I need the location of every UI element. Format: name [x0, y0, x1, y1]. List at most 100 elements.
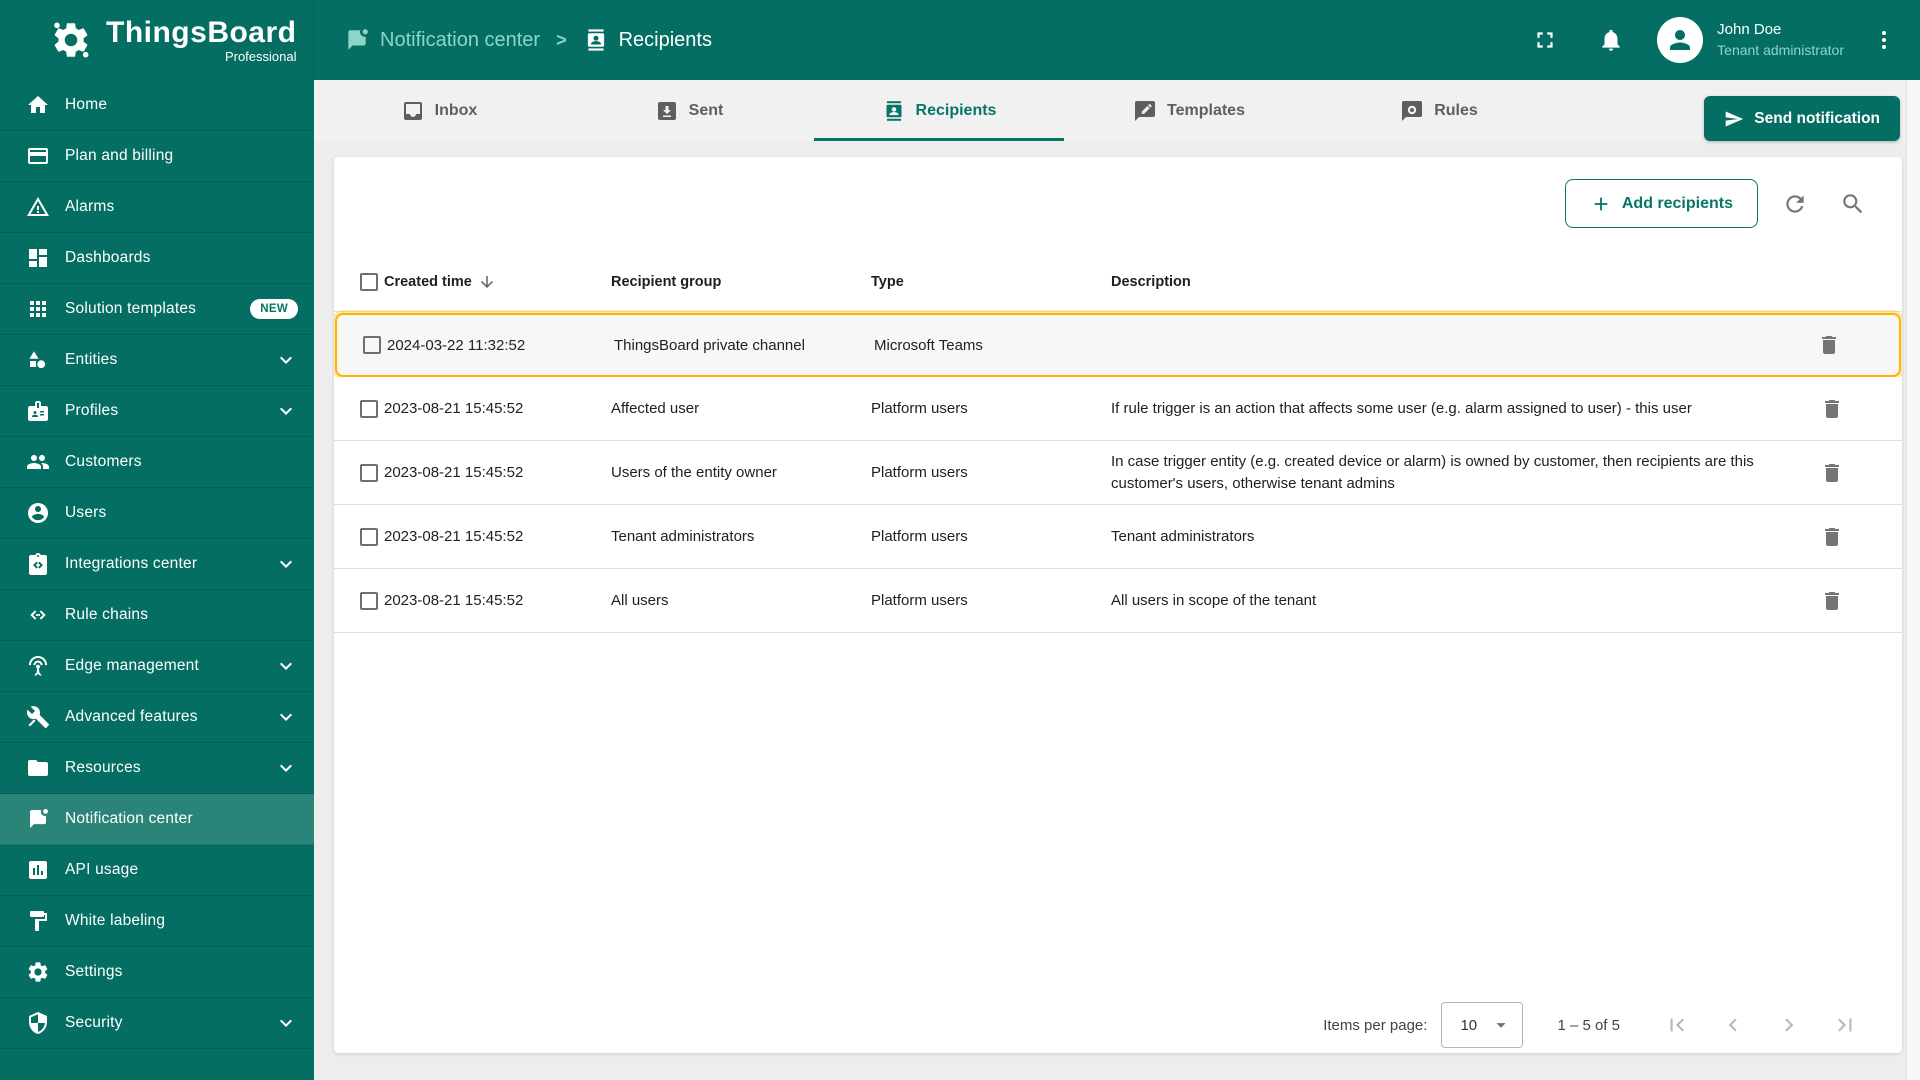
- tab-inbox[interactable]: Inbox: [314, 80, 564, 141]
- sidebar-item-label: Advanced features: [65, 708, 198, 725]
- tab-rules[interactable]: Rules: [1314, 80, 1564, 141]
- cell-created-time: 2024-03-22 11:32:52: [387, 336, 526, 354]
- sidebar-item-profiles[interactable]: Profiles: [0, 386, 314, 437]
- sent-tab-icon: [655, 99, 679, 123]
- sidebar-item-solution-templates[interactable]: Solution templates NEW: [0, 284, 314, 335]
- sidebar-item-label: Plan and billing: [65, 147, 174, 164]
- row-checkbox[interactable]: [360, 591, 378, 610]
- column-recipient-group[interactable]: Recipient group: [611, 274, 871, 290]
- recipients-tab-icon: [882, 99, 906, 123]
- select-all-checkbox[interactable]: [360, 272, 378, 291]
- sidebar-item-users[interactable]: Users: [0, 488, 314, 539]
- solution-templates-icon: [26, 297, 50, 321]
- sidebar-item-home[interactable]: Home: [0, 80, 314, 131]
- page-scrollbar[interactable]: [1906, 80, 1920, 1080]
- settings-icon: [26, 960, 50, 984]
- column-type[interactable]: Type: [871, 274, 1111, 290]
- sidebar-item-settings[interactable]: Settings: [0, 947, 314, 998]
- delete-button[interactable]: [1817, 333, 1841, 357]
- sort-desc-icon[interactable]: [478, 273, 496, 291]
- top-bar: Notification center > Recipients John Do…: [314, 0, 1920, 80]
- tab-sent[interactable]: Sent: [564, 80, 814, 141]
- row-checkbox[interactable]: [360, 463, 378, 482]
- add-recipients-label: Add recipients: [1621, 194, 1733, 212]
- tab-templates[interactable]: Templates: [1064, 80, 1314, 141]
- user-menu[interactable]: John Doe Tenant administrator: [1657, 17, 1844, 63]
- search-button[interactable]: [1832, 183, 1874, 225]
- alarms-icon: [26, 195, 50, 219]
- row-checkbox[interactable]: [360, 399, 378, 418]
- first-page-button[interactable]: [1664, 1012, 1690, 1038]
- sidebar-item-security[interactable]: Security: [0, 998, 314, 1049]
- column-description[interactable]: Description: [1111, 274, 1792, 290]
- delete-button[interactable]: [1820, 525, 1844, 549]
- table-row[interactable]: 2023-08-21 15:45:52 Tenant administrators…: [334, 505, 1902, 569]
- breadcrumb-parent-label: Notification center: [380, 28, 541, 51]
- row-checkbox[interactable]: [363, 336, 381, 354]
- last-page-icon: [1832, 1012, 1858, 1038]
- breadcrumb-notification-center[interactable]: Notification center: [344, 27, 540, 53]
- sidebar-item-api-usage[interactable]: API usage: [0, 845, 314, 896]
- send-icon: [1724, 109, 1744, 129]
- sidebar-item-integrations-center[interactable]: Integrations center: [0, 539, 314, 590]
- sidebar-item-white-labeling[interactable]: White labeling: [0, 896, 314, 947]
- page-size-select[interactable]: 10: [1441, 1002, 1524, 1048]
- table-row[interactable]: 2023-08-21 15:45:52 Users of the entity o…: [334, 441, 1902, 505]
- sidebar-item-plan-and-billing[interactable]: Plan and billing: [0, 131, 314, 182]
- table-row[interactable]: 2023-08-21 15:45:52 All users Platform use…: [334, 569, 1902, 633]
- sidebar-item-notification-center[interactable]: Notification center: [0, 794, 314, 845]
- tab-label: Sent: [688, 101, 724, 119]
- delete-button[interactable]: [1820, 397, 1844, 421]
- app-subtitle: Professional: [224, 48, 297, 64]
- sidebar-item-label: Customers: [65, 453, 142, 470]
- chevron-left-icon: [1720, 1012, 1746, 1038]
- sidebar-item-rule-chains[interactable]: Rule chains: [0, 590, 314, 641]
- row-checkbox[interactable]: [360, 527, 378, 546]
- search-icon: [1840, 191, 1866, 217]
- previous-page-button[interactable]: [1720, 1012, 1746, 1038]
- templates-tab-icon: [1133, 99, 1157, 123]
- chevron-down-icon: [274, 654, 298, 678]
- app-title: ThingsBoard: [106, 15, 297, 49]
- sidebar-item-label: Integrations center: [65, 555, 198, 572]
- sidebar-item-alarms[interactable]: Alarms: [0, 182, 314, 233]
- sidebar-item-edge-management[interactable]: Edge management: [0, 641, 314, 692]
- next-page-button[interactable]: [1776, 1012, 1802, 1038]
- white-labeling-icon: [26, 909, 50, 933]
- tabs-bar: Inbox Sent Recipients Templates Rules Send n…: [314, 80, 1920, 141]
- advanced-features-icon: [26, 705, 50, 729]
- send-notification-button[interactable]: Send notification: [1704, 96, 1900, 141]
- tab-recipients[interactable]: Recipients: [814, 80, 1064, 141]
- chevron-down-icon: [274, 1011, 298, 1035]
- trash-icon: [1817, 333, 1841, 357]
- sidebar-item-label: Profiles: [65, 402, 119, 419]
- sidebar-item-resources[interactable]: Resources: [0, 743, 314, 794]
- delete-button[interactable]: [1820, 589, 1844, 613]
- delete-button[interactable]: [1820, 461, 1844, 485]
- cell-type: Platform users: [871, 464, 968, 481]
- last-page-button[interactable]: [1832, 1012, 1858, 1038]
- tab-label: Recipients: [915, 101, 997, 119]
- sidebar-item-label: Home: [65, 96, 108, 113]
- sidebar-item-customers[interactable]: Customers: [0, 437, 314, 488]
- add-recipients-button[interactable]: Add recipients: [1564, 179, 1758, 228]
- fullscreen-button[interactable]: [1525, 20, 1565, 60]
- logo: ThingsBoard Professional: [0, 0, 314, 80]
- sidebar-item-dashboards[interactable]: Dashboards: [0, 233, 314, 284]
- tab-label: Templates: [1167, 101, 1245, 119]
- breadcrumb-current-label: Recipients: [618, 28, 712, 51]
- refresh-button[interactable]: [1774, 183, 1816, 225]
- cell-recipient-group: Users of the entity owner: [611, 464, 777, 481]
- sidebar-item-advanced-features[interactable]: Advanced features: [0, 692, 314, 743]
- users-icon: [26, 501, 50, 525]
- cell-created-time: 2023-08-21 15:45:52: [384, 400, 524, 417]
- caret-down-icon: [1490, 1014, 1512, 1036]
- column-created-time[interactable]: Created time: [384, 274, 472, 290]
- table-row[interactable]: 2024-03-22 11:32:52 ThingsBoard private c…: [335, 313, 1901, 377]
- sidebar-item-entities[interactable]: Entities: [0, 335, 314, 386]
- cell-description: In case trigger entity (e.g. created dev…: [1111, 452, 1754, 492]
- table-row[interactable]: 2023-08-21 15:45:52 Affected user Platform…: [334, 377, 1902, 441]
- more-options-button[interactable]: [1870, 20, 1898, 60]
- notifications-bell-button[interactable]: [1591, 20, 1631, 60]
- cell-description: If rule trigger is an action that affect…: [1111, 399, 1692, 417]
